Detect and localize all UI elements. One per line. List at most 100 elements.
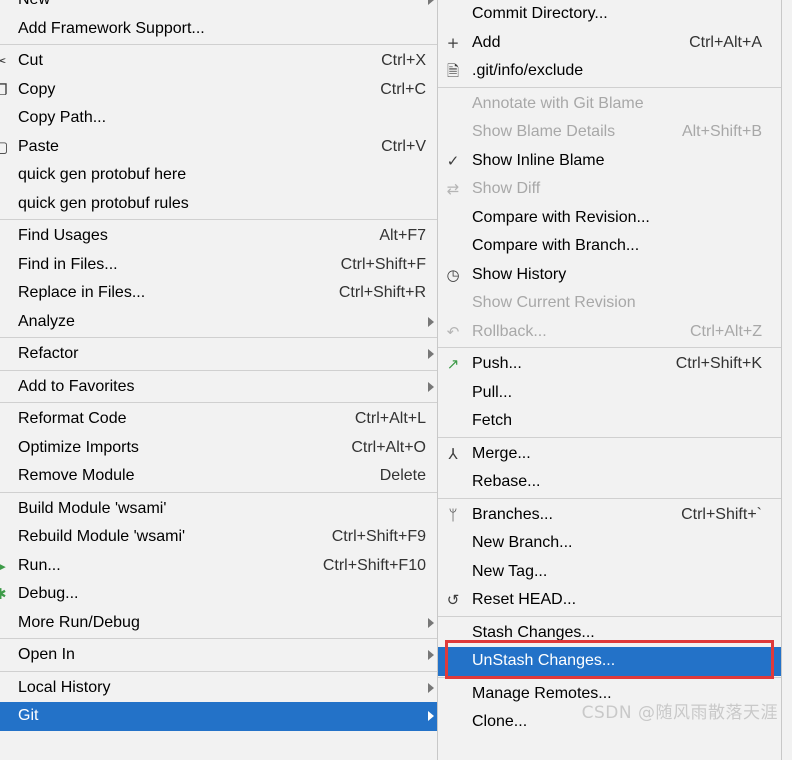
menu-item-label: Debug... (18, 585, 79, 602)
menu-item-annotate-git-blame[interactable]: Annotate with Git Blame (438, 90, 781, 119)
menu-item-analyze[interactable]: Analyze (0, 308, 437, 337)
menu-item-label: More Run/Debug (18, 613, 140, 631)
clipboard-icon: ▢ (0, 137, 9, 156)
menu-item-label: Build Module 'wsami' (18, 499, 167, 517)
menu-item-compare-with-branch[interactable]: Compare with Branch... (438, 232, 781, 261)
menu-item-label: Clone... (472, 713, 528, 730)
menu-item-add-to-favorites[interactable]: Add to Favorites (0, 373, 437, 402)
menu-item-local-history[interactable]: Local History (0, 674, 437, 703)
clock-icon: ◷ (446, 265, 460, 284)
menu-item-stash-changes[interactable]: Stash Changes... (438, 619, 781, 648)
menu-item-shortcut: Alt+F7 (379, 227, 426, 244)
menu-item-open-in[interactable]: Open In (0, 641, 437, 670)
menu-item-label: Replace in Files... (18, 284, 146, 301)
menu-item-label: Run... (18, 556, 61, 574)
menu-item-build-module[interactable]: Build Module 'wsami' (0, 495, 437, 524)
menu-item-label: Remove Module (18, 467, 135, 484)
menu-item-reset-head[interactable]: ↺ Reset HEAD... (438, 586, 781, 615)
menu-item-label: New Branch... (472, 534, 573, 551)
menu-item-pull[interactable]: Pull... (438, 379, 781, 408)
menu-item-rebuild-module[interactable]: Rebuild Module 'wsami' Ctrl+Shift+F9 (0, 523, 437, 552)
menu-item-label: Git (18, 707, 39, 724)
menu-item-label: Refactor (18, 345, 79, 362)
menu-item-fetch[interactable]: Fetch (438, 407, 781, 436)
menu-item-shortcut: Ctrl+Shift+K (675, 355, 762, 372)
menu-item-new-branch[interactable]: New Branch... (438, 529, 781, 558)
menu-item-replace-in-files[interactable]: Replace in Files... Ctrl+Shift+R (0, 279, 437, 308)
menu-item-shortcut: Ctrl+Shift+F10 (322, 556, 426, 574)
menu-item-label: Optimize Imports (18, 438, 139, 456)
menu-item-quick-gen-protobuf-here[interactable]: quick gen protobuf here (0, 161, 437, 190)
menu-item-shortcut: Ctrl+Alt+Z (689, 322, 762, 340)
menu-item-show-history[interactable]: ◷ Show History (438, 261, 781, 290)
menu-item-shortcut: Ctrl+Shift+` (681, 505, 762, 523)
menu-item-label: Find in Files... (18, 255, 118, 273)
menu-item-rollback[interactable]: ↶ Rollback... Ctrl+Alt+Z (438, 318, 781, 347)
menu-item-add[interactable]: + Add Ctrl+Alt+A (438, 29, 781, 58)
menu-item-branches[interactable]: ᛘ Branches... Ctrl+Shift+` (438, 501, 781, 530)
menu-item-find-usages[interactable]: Find Usages Alt+F7 (0, 222, 437, 251)
menu-item-label: Show Diff (472, 180, 541, 197)
menu-item-label: Stash Changes... (472, 623, 595, 641)
menu-item-label: Show Blame Details (472, 123, 616, 140)
menu-item-git[interactable]: Git (0, 702, 437, 731)
menu-item-label: Copy Path... (18, 109, 107, 126)
menu-item-shortcut: Ctrl+Shift+F (340, 255, 426, 273)
menu-item-quick-gen-protobuf-rules[interactable]: quick gen protobuf rules (0, 190, 437, 219)
menu-item-commit-directory[interactable]: Commit Directory... (438, 0, 781, 29)
branch-icon: ᛘ (448, 505, 458, 524)
menu-item-label: quick gen protobuf rules (18, 194, 189, 212)
menu-item-shortcut: Ctrl+Alt+O (351, 438, 426, 456)
submenu-arrow-icon (428, 711, 434, 722)
menu-item-push[interactable]: ↗ Push... Ctrl+Shift+K (438, 350, 781, 379)
menu-item-label: Branches... (472, 505, 553, 523)
checkmark-icon: ✓ (446, 151, 460, 170)
menu-item-label: Add Framework Support... (18, 19, 205, 37)
menu-item-show-inline-blame[interactable]: ✓ Show Inline Blame (438, 147, 781, 176)
menu-item-show-blame-details[interactable]: Show Blame Details Alt+Shift+B (438, 118, 781, 147)
submenu-arrow-icon (428, 0, 434, 6)
menu-item-paste[interactable]: ▢ Paste Ctrl+V (0, 133, 437, 162)
menu-item-label: Pull... (472, 383, 513, 401)
menu-item-new-tag[interactable]: New Tag... (438, 558, 781, 587)
menu-item-show-current-revision[interactable]: Show Current Revision (438, 289, 781, 318)
menu-item-copy[interactable]: ❐ Copy Ctrl+C (0, 76, 437, 105)
menu-item-git-info-exclude[interactable]: 🗎 .git/info/exclude (438, 57, 781, 86)
menu-item-label: Paste (18, 137, 59, 155)
menu-item-add-framework-support[interactable]: Add Framework Support... (0, 15, 437, 44)
run-icon: ▶ (0, 552, 6, 581)
menu-item-optimize-imports[interactable]: Optimize Imports Ctrl+Alt+O (0, 434, 437, 463)
menu-item-shortcut: Ctrl+Alt+A (689, 33, 762, 51)
submenu-arrow-icon (428, 349, 434, 360)
menu-item-show-diff[interactable]: ⇄ Show Diff (438, 175, 781, 204)
submenu-arrow-icon (428, 316, 434, 327)
menu-item-more-run-debug[interactable]: More Run/Debug (0, 609, 437, 638)
menu-item-label: Copy (18, 80, 56, 98)
menu-item-unstash-changes[interactable]: UnStash Changes... (438, 647, 781, 676)
menu-item-copy-path[interactable]: Copy Path... (0, 104, 437, 133)
menu-item-compare-with-revision[interactable]: Compare with Revision... (438, 204, 781, 233)
menu-item-new[interactable]: New (0, 0, 437, 15)
menu-item-refactor[interactable]: Refactor (0, 340, 437, 369)
file-lock-icon: 🗎 (446, 62, 460, 80)
undo-icon: ↶ (446, 322, 460, 341)
menu-item-merge[interactable]: ⅄ Merge... (438, 440, 781, 469)
menu-item-shortcut: Ctrl+Alt+L (354, 410, 426, 427)
scissors-icon: ✂ (0, 52, 7, 70)
menu-item-rebase[interactable]: Rebase... (438, 468, 781, 497)
push-arrow-icon: ↗ (446, 355, 460, 373)
menu-item-reformat-code[interactable]: Reformat Code Ctrl+Alt+L (0, 405, 437, 434)
menu-item-shortcut: Ctrl+V (381, 137, 426, 155)
menu-item-label: Merge... (472, 444, 531, 462)
menu-item-label: Annotate with Git Blame (472, 94, 644, 112)
git-submenu: Commit Directory... + Add Ctrl+Alt+A 🗎 .… (437, 0, 782, 760)
context-menu: New Add Framework Support... ✂ Cut Ctrl+… (0, 0, 437, 746)
menu-item-label: UnStash Changes... (472, 652, 616, 669)
menu-item-remove-module[interactable]: Remove Module Delete (0, 462, 437, 491)
plus-icon: + (446, 33, 460, 52)
menu-item-cut[interactable]: ✂ Cut Ctrl+X (0, 47, 437, 76)
menu-item-debug[interactable]: ✱ Debug... (0, 580, 437, 609)
menu-item-find-in-files[interactable]: Find in Files... Ctrl+Shift+F (0, 251, 437, 280)
menu-item-label: Cut (18, 52, 43, 69)
menu-item-run[interactable]: ▶ Run... Ctrl+Shift+F10 (0, 552, 437, 581)
